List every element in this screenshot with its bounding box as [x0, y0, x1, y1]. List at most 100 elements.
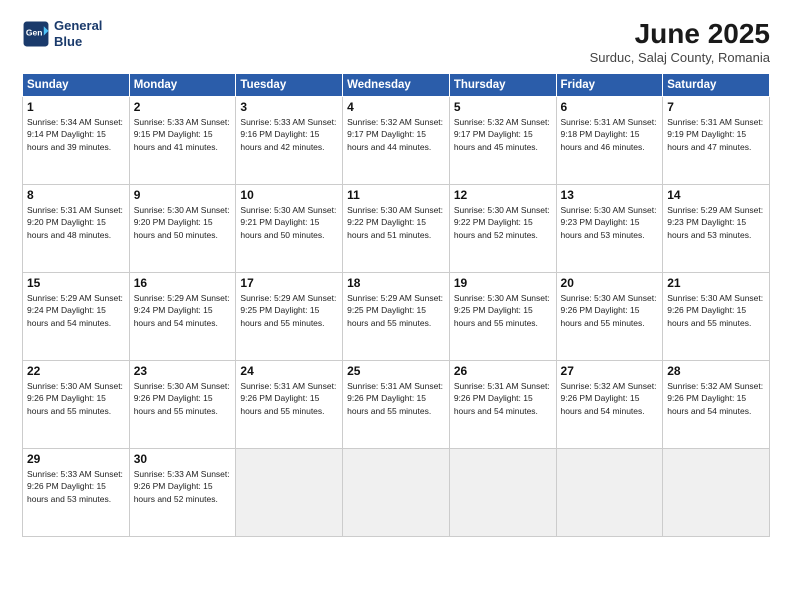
day-cell-17: 17 Sunrise: 5:29 AM Sunset: 9:25 PM Dayli… [236, 273, 343, 361]
day-number: 20 [561, 276, 659, 290]
day-cell-22: 22 Sunrise: 5:30 AM Sunset: 9:26 PM Dayli… [23, 361, 130, 449]
day-info: Sunrise: 5:32 AM Sunset: 9:17 PM Dayligh… [347, 116, 445, 153]
day-info: Sunrise: 5:32 AM Sunset: 9:26 PM Dayligh… [667, 380, 765, 417]
day-info: Sunrise: 5:32 AM Sunset: 9:26 PM Dayligh… [561, 380, 659, 417]
calendar-header-row: SundayMondayTuesdayWednesdayThursdayFrid… [23, 74, 770, 97]
day-info: Sunrise: 5:31 AM Sunset: 9:18 PM Dayligh… [561, 116, 659, 153]
day-number: 26 [454, 364, 552, 378]
empty-cell [449, 449, 556, 537]
day-number: 16 [134, 276, 232, 290]
day-number: 2 [134, 100, 232, 114]
day-info: Sunrise: 5:29 AM Sunset: 9:24 PM Dayligh… [134, 292, 232, 329]
weekday-header-tuesday: Tuesday [236, 74, 343, 97]
day-number: 25 [347, 364, 445, 378]
logo-icon: Gen [22, 20, 50, 48]
weekday-header-friday: Friday [556, 74, 663, 97]
day-number: 7 [667, 100, 765, 114]
day-info: Sunrise: 5:33 AM Sunset: 9:26 PM Dayligh… [27, 468, 125, 505]
day-cell-7: 7 Sunrise: 5:31 AM Sunset: 9:19 PM Daylig… [663, 97, 770, 185]
location-subtitle: Surduc, Salaj County, Romania [590, 50, 770, 65]
day-cell-3: 3Sunrise: 5:33 AM Sunset: 9:16 PM Daylig… [236, 97, 343, 185]
day-cell-9: 9Sunrise: 5:30 AM Sunset: 9:20 PM Daylig… [129, 185, 236, 273]
day-info: Sunrise: 5:30 AM Sunset: 9:21 PM Dayligh… [240, 204, 338, 241]
day-cell-28: 28 Sunrise: 5:32 AM Sunset: 9:26 PM Dayli… [663, 361, 770, 449]
day-number: 1 [27, 100, 125, 114]
day-cell-16: 16 Sunrise: 5:29 AM Sunset: 9:24 PM Dayli… [129, 273, 236, 361]
day-number: 13 [561, 188, 659, 202]
calendar-week-3: 15 Sunrise: 5:29 AM Sunset: 9:24 PM Dayli… [23, 273, 770, 361]
title-block: June 2025 Surduc, Salaj County, Romania [590, 18, 770, 65]
day-info: Sunrise: 5:30 AM Sunset: 9:22 PM Dayligh… [347, 204, 445, 241]
day-info: Sunrise: 5:30 AM Sunset: 9:26 PM Dayligh… [561, 292, 659, 329]
day-number: 22 [27, 364, 125, 378]
day-cell-15: 15 Sunrise: 5:29 AM Sunset: 9:24 PM Dayli… [23, 273, 130, 361]
day-number: 12 [454, 188, 552, 202]
day-info: Sunrise: 5:31 AM Sunset: 9:19 PM Dayligh… [667, 116, 765, 153]
day-info: Sunrise: 5:33 AM Sunset: 9:15 PM Dayligh… [134, 116, 232, 153]
day-info: Sunrise: 5:30 AM Sunset: 9:26 PM Dayligh… [134, 380, 232, 417]
day-info: Sunrise: 5:31 AM Sunset: 9:20 PM Dayligh… [27, 204, 125, 241]
calendar-table: SundayMondayTuesdayWednesdayThursdayFrid… [22, 73, 770, 537]
calendar-body: 1 Sunrise: 5:34 AM Sunset: 9:14 PM Daylig… [23, 97, 770, 537]
day-info: Sunrise: 5:33 AM Sunset: 9:16 PM Dayligh… [240, 116, 338, 153]
day-number: 4 [347, 100, 445, 114]
day-cell-24: 24Sunrise: 5:31 AM Sunset: 9:26 PM Dayli… [236, 361, 343, 449]
logo: Gen General Blue [22, 18, 102, 49]
day-info: Sunrise: 5:33 AM Sunset: 9:26 PM Dayligh… [134, 468, 232, 505]
weekday-header-monday: Monday [129, 74, 236, 97]
day-cell-4: 4 Sunrise: 5:32 AM Sunset: 9:17 PM Daylig… [343, 97, 450, 185]
day-cell-27: 27 Sunrise: 5:32 AM Sunset: 9:26 PM Dayli… [556, 361, 663, 449]
day-number: 17 [240, 276, 338, 290]
day-cell-19: 19Sunrise: 5:30 AM Sunset: 9:25 PM Dayli… [449, 273, 556, 361]
day-number: 11 [347, 188, 445, 202]
calendar-week-1: 1 Sunrise: 5:34 AM Sunset: 9:14 PM Daylig… [23, 97, 770, 185]
weekday-header-sunday: Sunday [23, 74, 130, 97]
svg-text:Gen: Gen [26, 27, 43, 37]
calendar-week-4: 22 Sunrise: 5:30 AM Sunset: 9:26 PM Dayli… [23, 361, 770, 449]
day-cell-25: 25 Sunrise: 5:31 AM Sunset: 9:26 PM Dayli… [343, 361, 450, 449]
day-cell-23: 23 Sunrise: 5:30 AM Sunset: 9:26 PM Dayli… [129, 361, 236, 449]
day-cell-26: 26Sunrise: 5:31 AM Sunset: 9:26 PM Dayli… [449, 361, 556, 449]
day-cell-6: 6 Sunrise: 5:31 AM Sunset: 9:18 PM Daylig… [556, 97, 663, 185]
day-info: Sunrise: 5:31 AM Sunset: 9:26 PM Dayligh… [347, 380, 445, 417]
empty-cell [343, 449, 450, 537]
page-header: Gen General Blue June 2025 Surduc, Salaj… [22, 18, 770, 65]
day-cell-8: 8Sunrise: 5:31 AM Sunset: 9:20 PM Daylig… [23, 185, 130, 273]
day-info: Sunrise: 5:29 AM Sunset: 9:25 PM Dayligh… [240, 292, 338, 329]
day-info: Sunrise: 5:31 AM Sunset: 9:26 PM Dayligh… [240, 380, 338, 417]
day-cell-5: 5Sunrise: 5:32 AM Sunset: 9:17 PM Daylig… [449, 97, 556, 185]
calendar-week-2: 8Sunrise: 5:31 AM Sunset: 9:20 PM Daylig… [23, 185, 770, 273]
day-number: 29 [27, 452, 125, 466]
day-info: Sunrise: 5:30 AM Sunset: 9:26 PM Dayligh… [27, 380, 125, 417]
day-cell-20: 20 Sunrise: 5:30 AM Sunset: 9:26 PM Dayli… [556, 273, 663, 361]
day-info: Sunrise: 5:30 AM Sunset: 9:23 PM Dayligh… [561, 204, 659, 241]
day-number: 27 [561, 364, 659, 378]
day-cell-21: 21 Sunrise: 5:30 AM Sunset: 9:26 PM Dayli… [663, 273, 770, 361]
day-number: 21 [667, 276, 765, 290]
day-number: 23 [134, 364, 232, 378]
month-title: June 2025 [590, 18, 770, 50]
day-number: 6 [561, 100, 659, 114]
day-cell-11: 11 Sunrise: 5:30 AM Sunset: 9:22 PM Dayli… [343, 185, 450, 273]
day-info: Sunrise: 5:34 AM Sunset: 9:14 PM Dayligh… [27, 116, 125, 153]
day-info: Sunrise: 5:30 AM Sunset: 9:22 PM Dayligh… [454, 204, 552, 241]
day-info: Sunrise: 5:29 AM Sunset: 9:23 PM Dayligh… [667, 204, 765, 241]
day-cell-2: 2 Sunrise: 5:33 AM Sunset: 9:15 PM Daylig… [129, 97, 236, 185]
weekday-header-wednesday: Wednesday [343, 74, 450, 97]
weekday-header-thursday: Thursday [449, 74, 556, 97]
day-number: 15 [27, 276, 125, 290]
day-cell-29: 29 Sunrise: 5:33 AM Sunset: 9:26 PM Dayli… [23, 449, 130, 537]
day-info: Sunrise: 5:30 AM Sunset: 9:26 PM Dayligh… [667, 292, 765, 329]
day-cell-10: 10Sunrise: 5:30 AM Sunset: 9:21 PM Dayli… [236, 185, 343, 273]
calendar-week-5: 29 Sunrise: 5:33 AM Sunset: 9:26 PM Dayli… [23, 449, 770, 537]
empty-cell [236, 449, 343, 537]
day-number: 9 [134, 188, 232, 202]
day-cell-13: 13 Sunrise: 5:30 AM Sunset: 9:23 PM Dayli… [556, 185, 663, 273]
day-cell-14: 14Sunrise: 5:29 AM Sunset: 9:23 PM Dayli… [663, 185, 770, 273]
day-info: Sunrise: 5:29 AM Sunset: 9:25 PM Dayligh… [347, 292, 445, 329]
day-info: Sunrise: 5:29 AM Sunset: 9:24 PM Dayligh… [27, 292, 125, 329]
day-number: 28 [667, 364, 765, 378]
day-number: 5 [454, 100, 552, 114]
weekday-header-saturday: Saturday [663, 74, 770, 97]
logo-text: General Blue [54, 18, 102, 49]
